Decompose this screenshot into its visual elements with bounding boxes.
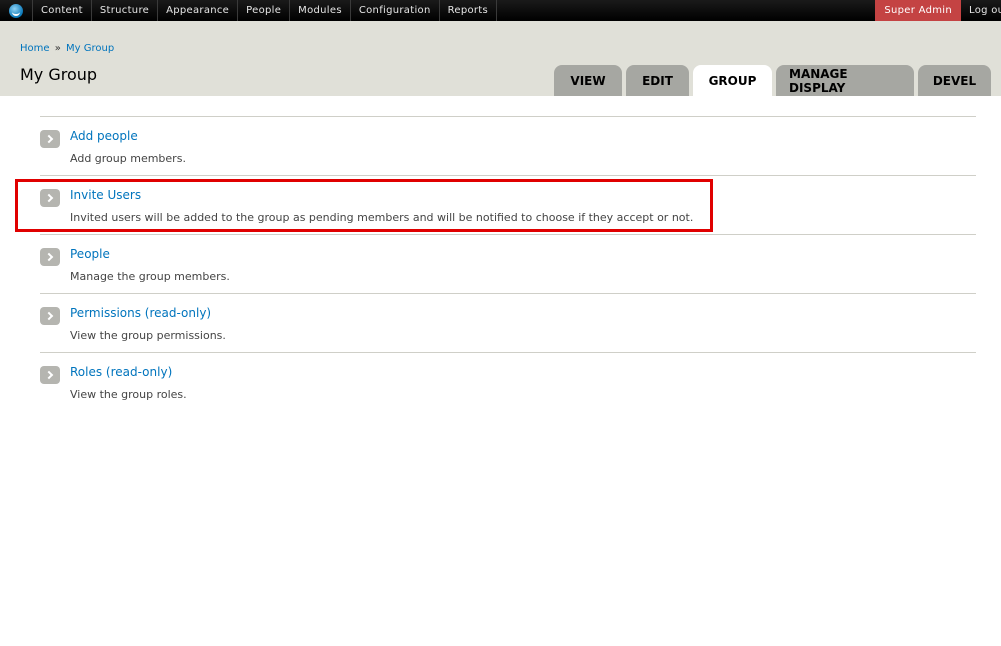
- admin-toolbar: Content Structure Appearance People Modu…: [0, 0, 1001, 21]
- toolbar-menu: Content Structure Appearance People Modu…: [33, 0, 498, 21]
- toolbar-item-appearance[interactable]: Appearance: [158, 0, 239, 21]
- breadcrumb-home[interactable]: Home: [20, 43, 50, 54]
- item-description: Invited users will be added to the group…: [70, 211, 694, 224]
- primary-tabs: VIEW EDIT GROUP MANAGE DISPLAY DEVEL: [554, 65, 991, 96]
- list-item-add-people: Add people Add group members.: [40, 116, 976, 175]
- page-header: Home » My Group My Group VIEW EDIT GROUP…: [0, 21, 1001, 96]
- drupal-logo-icon: [9, 3, 23, 18]
- toolbar-item-modules[interactable]: Modules: [290, 0, 351, 21]
- list-item-invite-users: Invite Users Invited users will be added…: [40, 175, 976, 234]
- user-account-link[interactable]: Super Admin: [875, 0, 961, 21]
- tab-view[interactable]: VIEW: [554, 65, 622, 96]
- list-item-people: People Manage the group members.: [40, 234, 976, 293]
- toolbar-item-reports[interactable]: Reports: [440, 0, 498, 21]
- home-icon[interactable]: [0, 0, 33, 21]
- chevron-right-icon: [40, 189, 60, 207]
- admin-list: Add people Add group members. Invite Use…: [40, 116, 976, 411]
- item-description: Manage the group members.: [70, 270, 230, 283]
- item-description: Add group members.: [70, 152, 186, 165]
- breadcrumb-separator: »: [54, 43, 61, 54]
- page-title: My Group: [20, 65, 98, 84]
- list-item-roles: Roles (read-only) View the group roles.: [40, 352, 976, 411]
- toolbar-item-configuration[interactable]: Configuration: [351, 0, 440, 21]
- item-description: View the group roles.: [70, 388, 187, 401]
- toolbar-item-structure[interactable]: Structure: [92, 0, 159, 21]
- tab-edit[interactable]: EDIT: [626, 65, 689, 96]
- toolbar-item-people[interactable]: People: [238, 0, 291, 21]
- item-description: View the group permissions.: [70, 329, 226, 342]
- add-people-link[interactable]: Add people: [70, 129, 138, 143]
- people-link[interactable]: People: [70, 247, 110, 261]
- list-item-permissions: Permissions (read-only) View the group p…: [40, 293, 976, 352]
- permissions-link[interactable]: Permissions (read-only): [70, 306, 211, 320]
- tab-group[interactable]: GROUP: [693, 65, 772, 96]
- chevron-right-icon: [40, 366, 60, 384]
- tab-devel[interactable]: DEVEL: [918, 65, 991, 96]
- tab-manage-display[interactable]: MANAGE DISPLAY: [776, 65, 914, 96]
- breadcrumb-current[interactable]: My Group: [66, 43, 114, 54]
- logout-link[interactable]: Log out: [961, 0, 1001, 21]
- chevron-right-icon: [40, 248, 60, 266]
- breadcrumb: Home » My Group: [20, 43, 114, 54]
- chevron-right-icon: [40, 307, 60, 325]
- invite-users-link[interactable]: Invite Users: [70, 188, 141, 202]
- toolbar-item-content[interactable]: Content: [33, 0, 92, 21]
- roles-link[interactable]: Roles (read-only): [70, 365, 172, 379]
- chevron-right-icon: [40, 130, 60, 148]
